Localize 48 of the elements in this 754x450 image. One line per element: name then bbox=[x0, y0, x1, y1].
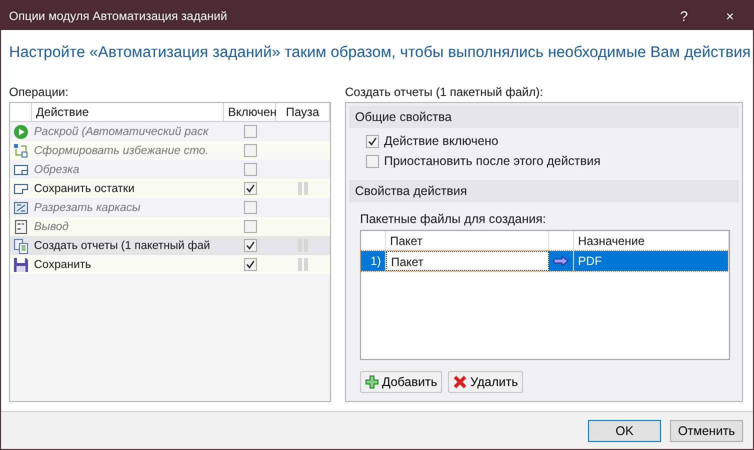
shapes-icon bbox=[13, 142, 29, 158]
operation-name: Обрезка bbox=[33, 164, 80, 176]
frames-icon bbox=[13, 200, 29, 216]
play-icon bbox=[13, 124, 29, 140]
checkbox[interactable] bbox=[244, 239, 256, 252]
checkbox[interactable] bbox=[366, 134, 379, 148]
column-header: Назначение bbox=[574, 231, 729, 251]
dialog-heading: Настройте «Автоматизация заданий» таким образом, чтобы выполнялись необходимые Вам действия bbox=[8, 43, 752, 63]
checkbox[interactable] bbox=[244, 182, 256, 195]
operation-row[interactable]: Сохранить bbox=[10, 255, 330, 274]
section-header: Общие свойства bbox=[349, 106, 739, 128]
cancel-button[interactable]: Отменить bbox=[670, 420, 743, 442]
package-cell: Пакет bbox=[386, 251, 549, 271]
batch-file-row[interactable]: 1) Пакет PDF bbox=[361, 251, 729, 271]
details-label: Создать отчеты (1 пакетный файл): bbox=[345, 84, 544, 101]
checkbox-label: Действие включено bbox=[384, 134, 498, 148]
operations-label: Операции: bbox=[9, 84, 70, 101]
operation-row[interactable]: Создать отчеты (1 пакетный фай bbox=[10, 236, 330, 255]
section-header: Свойства действия bbox=[349, 180, 739, 202]
delete-button[interactable]: Удалить bbox=[448, 371, 523, 393]
add-button[interactable]: Добавить bbox=[360, 371, 442, 393]
operation-name: Разрезать каркасы bbox=[33, 202, 142, 214]
checkbox-label: Приостановить после этого действия bbox=[384, 154, 600, 168]
document-icon bbox=[13, 218, 29, 234]
column-header: Действие bbox=[32, 103, 224, 122]
column-header: Пауза bbox=[276, 103, 330, 122]
close-button[interactable]: × bbox=[707, 1, 753, 30]
cross-icon bbox=[453, 375, 468, 389]
arrow-icon bbox=[553, 256, 569, 266]
checkbox[interactable] bbox=[244, 258, 256, 271]
window-title: Опции модуля Автоматизация заданий bbox=[9, 8, 228, 22]
operation-name: Сохранить остатки bbox=[33, 182, 136, 194]
plus-icon bbox=[365, 375, 379, 389]
documents-icon bbox=[13, 238, 29, 254]
ok-button[interactable]: OK bbox=[588, 420, 661, 442]
operation-name: Создать отчеты (1 пакетный фай bbox=[33, 240, 212, 252]
operation-name: Сформировать избежание сто. bbox=[33, 144, 210, 156]
operation-name: Раскрой (Автоматический раск bbox=[33, 126, 210, 138]
list-label: Пакетные файлы для создания: bbox=[360, 212, 547, 226]
pause-icon[interactable] bbox=[298, 258, 308, 271]
operation-name: Сохранить bbox=[33, 258, 92, 270]
checkbox[interactable] bbox=[366, 154, 379, 168]
help-button[interactable]: ? bbox=[661, 1, 707, 30]
column-header: Включен bbox=[224, 103, 276, 122]
column-header: Пакет bbox=[386, 231, 549, 251]
operation-row[interactable]: Сохранить остатки bbox=[10, 179, 330, 198]
pause-icon[interactable] bbox=[298, 182, 308, 195]
operation-name: Вывод bbox=[33, 220, 70, 232]
